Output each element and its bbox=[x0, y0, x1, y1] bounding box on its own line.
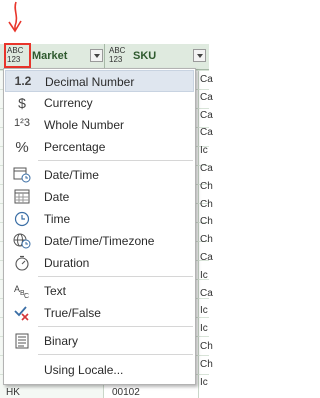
menu-item-label: Date/Time bbox=[44, 168, 99, 182]
menu-separator bbox=[38, 326, 193, 327]
table-cell[interactable]: Ic bbox=[200, 270, 208, 281]
table-cell[interactable]: Ca bbox=[200, 288, 213, 299]
menu-item-label: True/False bbox=[44, 306, 101, 320]
table-cell[interactable]: Ch bbox=[200, 216, 213, 227]
filter-dropdown-icon[interactable] bbox=[193, 49, 206, 62]
menu-item-label: Duration bbox=[44, 256, 90, 270]
table-cell[interactable]: HK bbox=[6, 387, 20, 398]
table-cell[interactable]: Ch bbox=[200, 181, 213, 192]
menu-item-date[interactable]: Date bbox=[5, 186, 194, 208]
datetime-timezone-icon bbox=[13, 233, 31, 249]
table-cell[interactable]: 00102 bbox=[112, 387, 140, 398]
menu-item-whole-number[interactable]: 1²3 Whole Number bbox=[5, 114, 194, 136]
filter-dropdown-icon[interactable] bbox=[90, 49, 103, 62]
menu-item-label: Decimal Number bbox=[45, 75, 135, 89]
menu-item-date-time[interactable]: Date/Time bbox=[5, 164, 194, 186]
menu-item-true-false[interactable]: True/False bbox=[5, 302, 194, 324]
menu-item-label: Currency bbox=[44, 96, 93, 110]
table-cell[interactable]: Ca bbox=[200, 252, 213, 263]
datetime-icon bbox=[13, 167, 31, 183]
whole-number-icon: 1²3 bbox=[14, 117, 30, 129]
annotation-arrow-icon bbox=[8, 1, 22, 33]
menu-item-label: Time bbox=[44, 212, 71, 226]
table-cell[interactable]: Ca bbox=[200, 163, 213, 174]
table-cell[interactable]: Ch bbox=[200, 341, 213, 352]
column-name-market: Market bbox=[32, 50, 68, 62]
time-icon bbox=[14, 211, 30, 227]
column-divider[interactable] bbox=[104, 44, 105, 69]
column-header-bar: ABC 123 Market ABC 123 SKU bbox=[0, 43, 209, 70]
decimal-icon: 1.2 bbox=[14, 74, 32, 88]
any-type-icon[interactable]: ABC 123 bbox=[109, 46, 130, 65]
menu-separator bbox=[38, 276, 193, 277]
true-false-icon bbox=[14, 306, 29, 321]
currency-icon: $ bbox=[18, 95, 26, 111]
menu-item-duration[interactable]: Duration bbox=[5, 252, 194, 274]
date-icon bbox=[14, 189, 30, 204]
menu-item-label: Whole Number bbox=[44, 118, 125, 132]
table-cell[interactable]: Ic bbox=[200, 323, 208, 334]
menu-item-label: Text bbox=[44, 284, 67, 298]
table-cell[interactable]: Ca bbox=[200, 127, 213, 138]
table-cell[interactable]: Ch bbox=[200, 199, 213, 210]
type-badge-bottom: 123 bbox=[7, 55, 21, 64]
table-cell[interactable]: Ca bbox=[200, 74, 213, 85]
type-badge-bottom: 123 bbox=[109, 55, 123, 64]
table-cell[interactable]: Ca bbox=[200, 92, 213, 103]
menu-item-label: Date bbox=[44, 190, 70, 204]
menu-item-label: Date/Time/Timezone bbox=[44, 234, 155, 248]
table-cell[interactable]: Ch bbox=[200, 359, 213, 370]
table-cell[interactable]: Ic bbox=[200, 377, 208, 388]
grid-divider bbox=[198, 70, 199, 398]
menu-item-label: Percentage bbox=[44, 140, 106, 154]
menu-item-decimal-number[interactable]: 1.2 Decimal Number bbox=[5, 70, 194, 92]
svg-text:C: C bbox=[24, 293, 29, 299]
table-cell[interactable]: Ca bbox=[200, 110, 213, 121]
menu-separator bbox=[38, 354, 193, 355]
menu-item-percentage[interactable]: % Percentage bbox=[5, 136, 194, 158]
menu-item-label: Binary bbox=[44, 334, 79, 348]
any-type-icon[interactable]: ABC 123 bbox=[4, 43, 31, 68]
menu-item-time[interactable]: Time bbox=[5, 208, 194, 230]
table-cell[interactable]: Ch bbox=[200, 234, 213, 245]
menu-separator bbox=[38, 160, 193, 161]
type-badge-top: ABC bbox=[7, 46, 24, 55]
text-icon: A B C bbox=[14, 284, 29, 299]
table-cell[interactable]: Ic bbox=[200, 145, 208, 156]
menu-item-date-time-timezone[interactable]: Date/Time/Timezone bbox=[5, 230, 194, 252]
menu-item-currency[interactable]: $ Currency bbox=[5, 92, 194, 114]
type-badge-top: ABC bbox=[109, 46, 126, 55]
menu-item-text[interactable]: A B C Text bbox=[5, 280, 194, 302]
menu-item-using-locale[interactable]: Using Locale... bbox=[5, 359, 194, 381]
menu-item-binary[interactable]: Binary bbox=[5, 330, 194, 352]
duration-icon bbox=[15, 255, 29, 271]
change-type-menu: 1.2 Decimal Number $ Currency 1²3 Whole … bbox=[3, 68, 196, 385]
percentage-icon: % bbox=[15, 139, 29, 156]
table-cell[interactable]: Ic bbox=[200, 305, 208, 316]
column-name-sku: SKU bbox=[133, 50, 157, 62]
binary-icon bbox=[15, 333, 29, 349]
menu-item-label: Using Locale... bbox=[44, 363, 124, 377]
